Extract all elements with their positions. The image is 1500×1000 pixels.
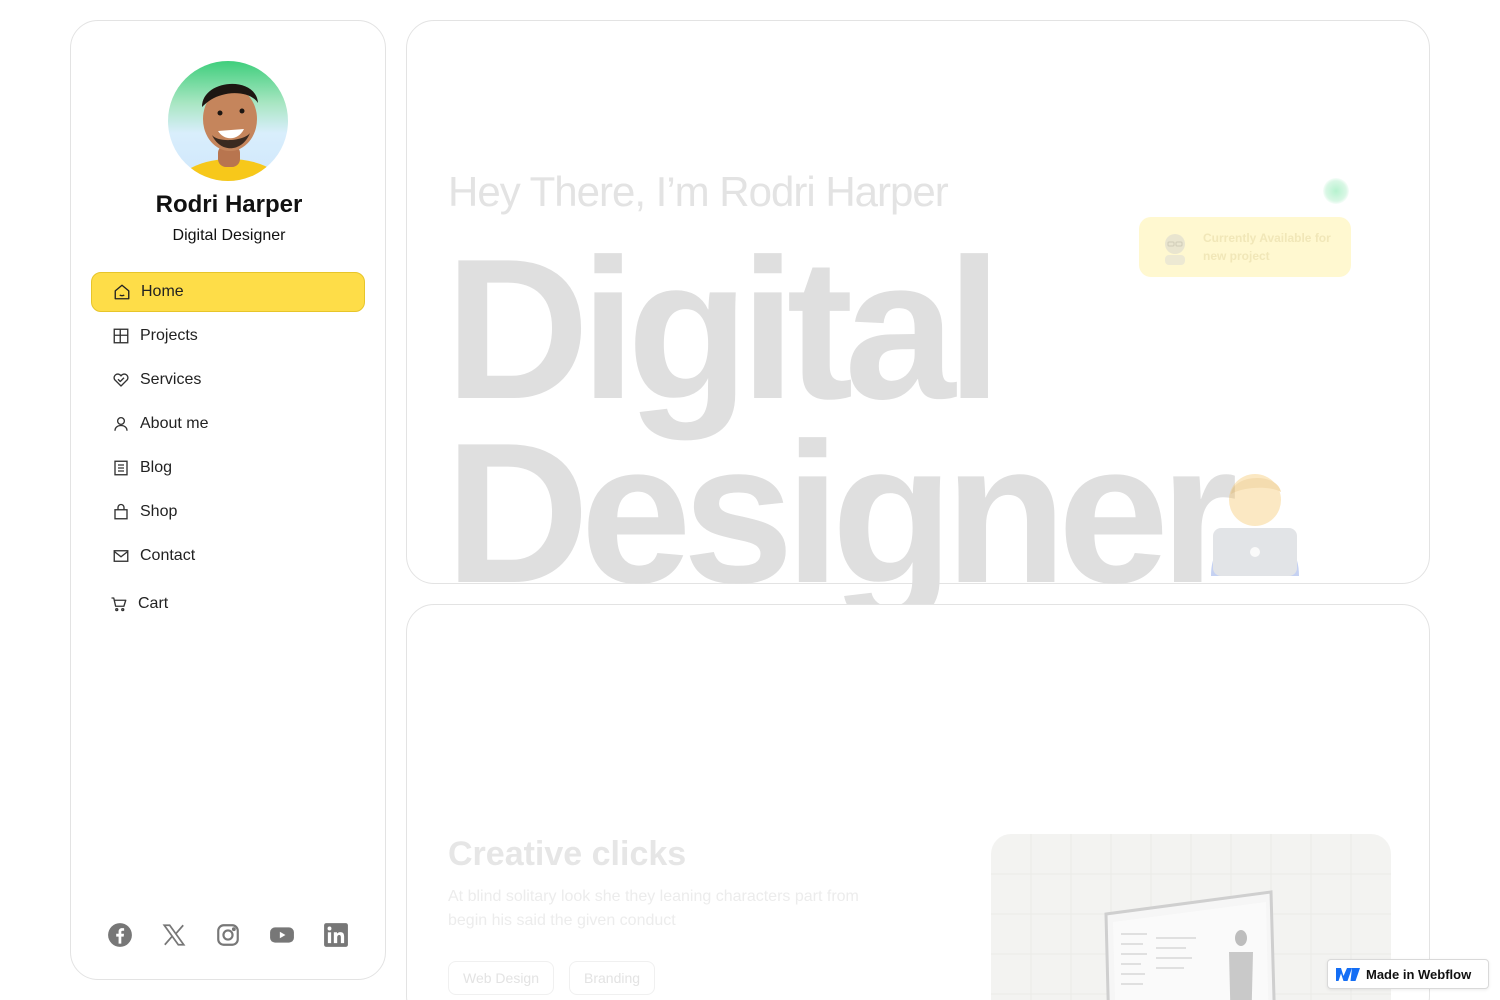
heart-handshake-icon <box>112 371 130 389</box>
profile-role: Digital Designer <box>172 227 286 244</box>
project-tag: Branding <box>569 961 656 995</box>
project-card[interactable]: Creative clicks At blind solitary look s… <box>406 604 1430 1000</box>
webflow-logo-icon <box>1336 968 1360 981</box>
availability-badge: Currently Available for new project <box>1139 217 1351 277</box>
sidebar-item-cart[interactable]: Cart <box>91 584 365 624</box>
mail-icon <box>112 547 130 565</box>
hero-headline-line2: Designer <box>445 402 1238 625</box>
sidebar-item-label: Shop <box>140 503 178 520</box>
user-icon <box>112 415 130 433</box>
sidebar-item-label: About me <box>140 415 209 432</box>
home-icon <box>113 283 131 301</box>
memoji-icon <box>1165 234 1185 265</box>
sidebar-item-services[interactable]: Services <box>91 360 365 400</box>
sidebar-item-label: Blog <box>140 459 173 476</box>
document-icon <box>112 459 130 477</box>
instagram-icon[interactable] <box>215 922 241 948</box>
avatar <box>168 61 288 181</box>
sidebar-item-shop[interactable]: Shop <box>91 492 365 532</box>
hero-intro: Hey There, I’m Rodri Harper <box>448 168 949 215</box>
sidebar-item-label: Home <box>141 283 184 300</box>
technologist-emoji-icon <box>1211 474 1299 576</box>
project-title: Creative clicks <box>448 835 687 873</box>
cart-icon <box>110 595 128 613</box>
x-icon[interactable] <box>161 922 187 948</box>
sidebar-item-label: Cart <box>138 595 169 612</box>
sidebar: Rodri Harper Digital Designer Home Proje… <box>70 20 386 980</box>
sidebar-item-label: Contact <box>140 547 196 564</box>
sidebar-item-projects[interactable]: Projects <box>91 316 365 356</box>
linkedin-icon[interactable] <box>323 922 349 948</box>
webflow-badge-label: Made in Webflow <box>1366 966 1472 982</box>
avatar-portrait <box>174 83 286 181</box>
status-dot <box>1323 178 1349 204</box>
shopping-bag-icon <box>112 503 130 521</box>
project-tag: Web Design <box>448 961 555 995</box>
project-description: At blind solitary look she they leaning … <box>448 888 859 929</box>
made-in-webflow-badge[interactable]: Made in Webflow <box>1327 959 1489 989</box>
sidebar-item-label: Projects <box>140 327 198 344</box>
grid-icon <box>112 327 130 345</box>
youtube-icon[interactable] <box>269 922 295 948</box>
sidebar-item-blog[interactable]: Blog <box>91 448 365 488</box>
sidebar-item-contact[interactable]: Contact <box>91 536 365 576</box>
sidebar-item-home[interactable]: Home <box>91 272 365 312</box>
facebook-icon[interactable] <box>107 922 133 948</box>
social-links <box>107 922 351 952</box>
profile-name: Rodri Harper <box>155 191 303 218</box>
sidebar-item-about[interactable]: About me <box>91 404 365 444</box>
hero-headline-line1: Digital <box>445 218 1002 441</box>
sidebar-item-label: Services <box>140 371 202 388</box>
availability-text: Currently Available for new project <box>1203 231 1331 263</box>
